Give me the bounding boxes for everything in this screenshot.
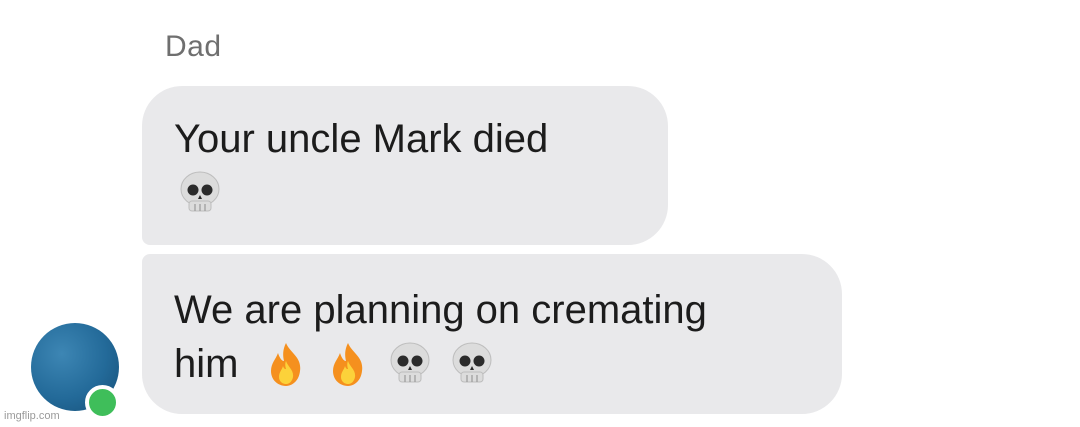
- message-text: Your uncle Mark died: [174, 117, 549, 161]
- message-bubble[interactable]: We are planning on cremating him: [142, 254, 842, 414]
- emoji-row: him: [174, 337, 842, 391]
- fire-emoji-icon: [260, 339, 312, 389]
- message-text: We are planning on cremating: [174, 288, 707, 332]
- chat-screen: Dad Your uncle Mark died We are planning…: [0, 0, 1080, 427]
- online-status-indicator: [85, 385, 120, 420]
- emoji-row: [174, 166, 668, 220]
- skull-emoji-icon: [446, 339, 498, 389]
- watermark: imgflip.com: [4, 410, 60, 422]
- skull-emoji-icon: [384, 339, 436, 389]
- message-text: him: [174, 342, 239, 386]
- skull-emoji-icon: [174, 168, 226, 218]
- sender-name: Dad: [165, 30, 222, 63]
- message-bubble[interactable]: Your uncle Mark died: [142, 86, 668, 245]
- fire-emoji-icon: [322, 339, 374, 389]
